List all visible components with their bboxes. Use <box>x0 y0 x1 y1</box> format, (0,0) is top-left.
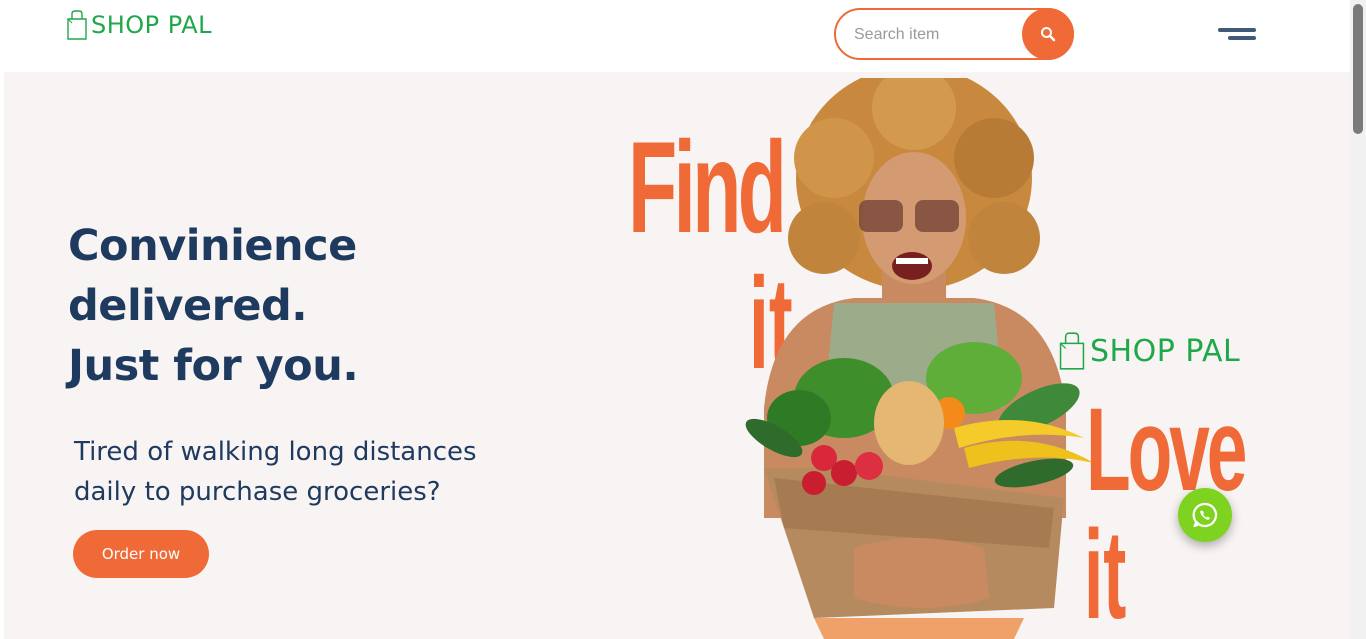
search-bar <box>834 8 1074 60</box>
page-scrollbar[interactable] <box>1350 0 1366 639</box>
hero-subtext: Tired of walking long distances daily to… <box>74 432 544 512</box>
top-header: SHOP PAL <box>4 0 1350 72</box>
shopping-bag-icon <box>1059 332 1085 370</box>
search-button[interactable] <box>1022 8 1074 60</box>
whatsapp-icon <box>1192 502 1218 528</box>
hamburger-menu-icon[interactable] <box>1218 26 1260 44</box>
whatsapp-chat-button[interactable] <box>1178 488 1232 542</box>
page: SHOP PAL Convinience delivered. Just for… <box>4 0 1350 639</box>
graphic-logo-text: SHOP PAL <box>1090 333 1241 369</box>
graphic-word-it-bottom: it <box>1084 504 1127 639</box>
headline-line-1: Convinience <box>68 221 357 271</box>
logo-text: SHOP PAL <box>91 11 212 39</box>
graphic-logo: SHOP PAL <box>1058 330 1240 372</box>
headline-line-2: delivered. <box>68 281 308 331</box>
search-input[interactable] <box>854 22 1014 48</box>
headline-line-3: Just for you. <box>68 341 359 391</box>
subtext-line-1: Tired of walking long distances <box>74 437 477 467</box>
subtext-line-2: daily to purchase groceries? <box>74 477 441 507</box>
site-logo[interactable]: SHOP PAL <box>66 10 212 40</box>
scrollbar-thumb[interactable] <box>1353 4 1363 134</box>
hero-headline: Convinience delivered. Just for you. <box>68 216 488 396</box>
search-icon <box>1041 27 1056 42</box>
order-now-button[interactable]: Order now <box>73 530 209 578</box>
shopping-bag-icon <box>67 10 87 40</box>
